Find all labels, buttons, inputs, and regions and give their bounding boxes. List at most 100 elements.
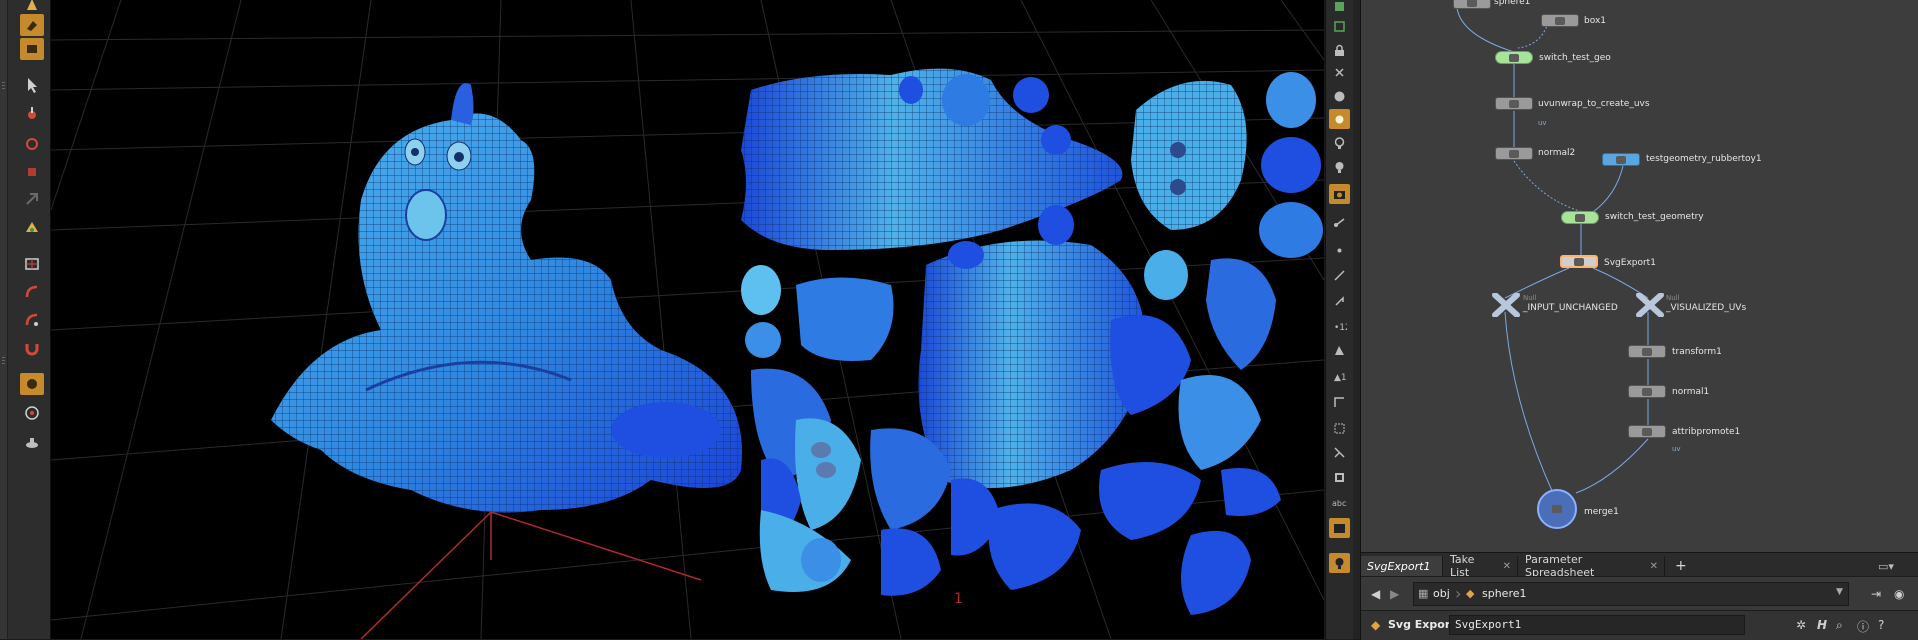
shaded-icon[interactable] — [1329, 16, 1350, 36]
rubber-toy-model — [271, 83, 742, 513]
tab-take-list[interactable]: Take List ✕ — [1444, 553, 1518, 579]
houdini-window: 1 •12 ▲12 abc — [0, 0, 1918, 640]
vector-display-icon[interactable] — [1329, 265, 1350, 285]
node-wires — [1456, 7, 1649, 494]
brush-select-tool[interactable] — [20, 38, 44, 60]
light-bulb-icon[interactable] — [1329, 133, 1350, 153]
close-tab-icon[interactable]: ✕ — [1503, 561, 1511, 572]
bounding-box-icon[interactable] — [1329, 418, 1350, 438]
node-label-svgexport1: SvgExport1 — [1604, 258, 1656, 268]
path-segment-sphere1[interactable]: sphere1 — [1482, 587, 1527, 600]
uv-display-icon[interactable] — [1329, 442, 1350, 462]
display-point-icon[interactable] — [1329, 109, 1350, 129]
search-icon[interactable]: ⌕ — [1836, 618, 1843, 633]
geo-context-icon: ◆ — [1466, 587, 1475, 600]
network-editor[interactable]: sphere1 box1 switch_test_geo uvunwrap_to… — [1361, 0, 1918, 552]
pane-divider[interactable] — [1353, 0, 1361, 639]
path-dropdown-icon[interactable]: ▼ — [1836, 587, 1843, 597]
shelf-edge-strip — [0, 0, 8, 639]
svg-export-node-icon: ◆ — [1371, 618, 1381, 632]
node-uvunwrap[interactable] — [1495, 97, 1533, 110]
path-field[interactable]: ▦ obj › ◆ sphere1 ▼ — [1413, 582, 1849, 606]
node-name-field[interactable]: SvgExport1 — [1449, 615, 1745, 635]
text-display-icon[interactable]: abc — [1329, 492, 1350, 512]
shelf-resize-handle-2[interactable] — [1, 355, 6, 369]
node-testgeometry-rubbertoy[interactable] — [1602, 153, 1640, 166]
shelf-resize-handle[interactable] — [1, 80, 6, 94]
add-tab-button[interactable]: + — [1669, 556, 1693, 576]
move-tool-icon[interactable] — [20, 103, 44, 125]
magnet-snap-icon[interactable] — [20, 337, 44, 359]
node-label-switch-test-geometry: switch_test_geometry — [1605, 212, 1704, 222]
node-sphere1[interactable] — [1453, 0, 1491, 9]
world-axes — [360, 511, 702, 639]
node-label-visualized-uvs: _VISUALIZED_UVs — [1666, 303, 1747, 313]
node-svgexport1[interactable] — [1560, 255, 1598, 268]
pose-tool-icon[interactable] — [20, 216, 44, 238]
normals-icon[interactable] — [1329, 212, 1350, 232]
null-node-icon-2 — [1636, 292, 1664, 317]
paint-select-tool[interactable] — [20, 14, 44, 36]
link-icon[interactable]: ◉ — [1894, 587, 1904, 601]
snap-grid-icon[interactable] — [20, 281, 44, 303]
null-node-icon — [1492, 292, 1520, 317]
camera-snap-icon[interactable] — [20, 402, 44, 424]
node-box1[interactable] — [1541, 14, 1579, 27]
uvunwrap-node-icon — [1509, 99, 1519, 108]
rotate-tool-icon[interactable] — [20, 132, 44, 154]
axis-marker-1: 1 — [954, 591, 963, 607]
node-attribpromote1[interactable] — [1628, 425, 1666, 438]
switch-node-icon — [1509, 53, 1519, 62]
headlight-icon[interactable] — [1329, 157, 1350, 177]
edge-icon[interactable] — [1329, 392, 1350, 412]
backface-icon[interactable] — [1329, 467, 1350, 487]
wireframe-icon[interactable] — [1329, 0, 1350, 16]
pin-icon[interactable]: ⇥ — [1871, 587, 1881, 601]
node-transform1[interactable] — [1628, 345, 1666, 358]
node-input-unchanged[interactable] — [1487, 292, 1525, 317]
close-view-icon[interactable] — [1329, 62, 1350, 82]
camera-icon[interactable] — [1329, 184, 1350, 204]
prim-numbers-icon[interactable]: ▲12 — [1329, 365, 1350, 385]
node-merge1[interactable] — [1537, 489, 1577, 529]
node-label-sphere1: sphere1 — [1494, 0, 1531, 7]
tab-parameter-spreadsheet[interactable]: Parameter Spreadsheet ✕ — [1519, 553, 1665, 579]
ghost-icon[interactable] — [1329, 86, 1350, 106]
close-tab-icon[interactable]: ✕ — [1650, 561, 1658, 572]
handle-tool-icon[interactable] — [20, 188, 44, 210]
viewport-canvas: 1 — [51, 0, 1324, 639]
scale-tool-icon[interactable] — [20, 160, 44, 182]
node-switch-test-geo[interactable] — [1495, 51, 1533, 64]
help-icon[interactable]: ? — [1878, 618, 1884, 632]
snap-prim-icon[interactable] — [20, 309, 44, 331]
view-tool-icon[interactable] — [20, 253, 44, 275]
houdini-help-icon[interactable]: H — [1817, 618, 1827, 632]
screen-capture-icon[interactable] — [1329, 518, 1350, 538]
scene-viewport[interactable]: 1 — [51, 0, 1324, 639]
pane-menu-icon[interactable]: ▭▾ — [1872, 556, 1900, 576]
node-label-normal2: normal2 — [1538, 148, 1576, 158]
render-region-icon[interactable] — [20, 432, 44, 454]
prim-display-icon[interactable] — [1329, 340, 1350, 360]
prim-normal-icon[interactable] — [1329, 290, 1350, 310]
path-segment-obj[interactable]: obj — [1433, 587, 1450, 600]
lock-icon[interactable] — [1329, 40, 1350, 60]
point-display-icon[interactable] — [1329, 240, 1350, 260]
back-arrow-icon[interactable]: ◀ — [1371, 587, 1380, 601]
node-switch-test-geometry[interactable] — [1561, 211, 1599, 224]
node-normal2[interactable] — [1495, 147, 1533, 160]
forward-arrow-icon[interactable]: ▶ — [1390, 587, 1399, 601]
select-arrow-icon[interactable] — [20, 74, 44, 96]
point-numbers-icon[interactable]: •12 — [1329, 315, 1350, 335]
node-visualized-uvs[interactable] — [1631, 292, 1669, 317]
node-label-normal1: normal1 — [1672, 387, 1710, 397]
gear-icon[interactable]: ✲ — [1796, 618, 1806, 632]
node-normal1[interactable] — [1628, 385, 1666, 398]
svg-text:abc: abc — [1332, 499, 1346, 508]
tab-svgexport1[interactable]: SvgExport1 — [1361, 556, 1443, 576]
info-icon[interactable]: ⓘ — [1857, 618, 1869, 635]
view-light-icon[interactable] — [1329, 553, 1350, 573]
pivot-tool-icon[interactable] — [20, 373, 44, 395]
node-label-merge1: merge1 — [1584, 507, 1619, 517]
normal-node-icon — [1509, 149, 1519, 158]
